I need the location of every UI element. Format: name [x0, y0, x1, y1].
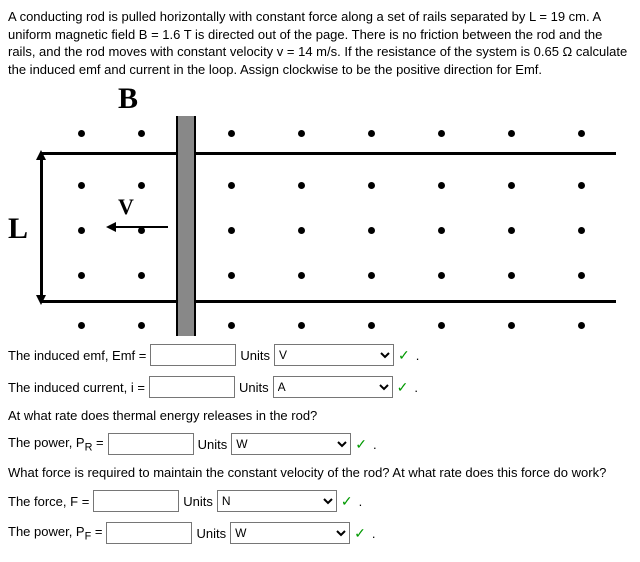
- field-dot: [138, 182, 145, 189]
- emf-row: The induced emf, Emf = Units V ✓.: [8, 344, 632, 366]
- rod: [176, 116, 196, 336]
- problem-statement: A conducting rod is pulled horizontally …: [8, 8, 632, 78]
- field-dot: [508, 272, 515, 279]
- check-icon: ✓: [354, 525, 366, 542]
- field-dot: [578, 227, 585, 234]
- force-question: What force is required to maintain the c…: [8, 465, 632, 480]
- emf-label: The induced emf, Emf =: [8, 348, 146, 363]
- period: .: [372, 526, 376, 541]
- field-dot: [578, 322, 585, 329]
- field-dot: [228, 182, 235, 189]
- l-label: L: [8, 212, 28, 246]
- field-dot: [368, 130, 375, 137]
- units-label: Units: [240, 348, 270, 363]
- check-icon: ✓: [398, 347, 410, 364]
- current-input[interactable]: [149, 376, 235, 398]
- field-dot: [228, 322, 235, 329]
- pr-label: The power, PR =: [8, 435, 104, 454]
- check-icon: ✓: [397, 379, 409, 396]
- thermal-question: At what rate does thermal energy release…: [8, 408, 632, 423]
- field-dot: [298, 322, 305, 329]
- field-dot: [78, 182, 85, 189]
- period: .: [414, 380, 418, 395]
- field-dot: [438, 130, 445, 137]
- field-dot: [138, 322, 145, 329]
- diagram: B L V: [8, 82, 616, 332]
- field-dot: [138, 227, 145, 234]
- rail-top: [40, 152, 616, 155]
- field-dot: [438, 227, 445, 234]
- force-label: The force, F =: [8, 494, 89, 509]
- force-units-select[interactable]: N: [217, 490, 337, 512]
- emf-input[interactable]: [150, 344, 236, 366]
- b-label: B: [118, 82, 138, 116]
- pr-units-select[interactable]: W: [231, 433, 351, 455]
- pf-input[interactable]: [106, 522, 192, 544]
- check-icon: ✓: [355, 436, 367, 453]
- field-dot: [578, 130, 585, 137]
- period: .: [416, 348, 420, 363]
- field-dot: [78, 227, 85, 234]
- pf-units-select[interactable]: W: [230, 522, 350, 544]
- units-label: Units: [183, 494, 213, 509]
- field-dot: [138, 130, 145, 137]
- units-label: Units: [239, 380, 269, 395]
- field-dot: [438, 322, 445, 329]
- field-dot: [228, 130, 235, 137]
- field-dot: [368, 322, 375, 329]
- field-dot: [508, 322, 515, 329]
- units-label: Units: [196, 526, 226, 541]
- current-units-select[interactable]: A: [273, 376, 393, 398]
- force-row: The force, F = Units N ✓.: [8, 490, 632, 512]
- field-dot: [508, 130, 515, 137]
- units-label: Units: [198, 437, 228, 452]
- field-dot: [578, 182, 585, 189]
- check-icon: ✓: [341, 493, 353, 510]
- field-dot: [298, 227, 305, 234]
- v-label: V: [118, 194, 134, 220]
- pf-row: The power, PF = Units W ✓.: [8, 522, 632, 544]
- field-dot: [78, 272, 85, 279]
- period: .: [373, 437, 377, 452]
- force-input[interactable]: [93, 490, 179, 512]
- field-dot: [508, 182, 515, 189]
- field-dot: [438, 272, 445, 279]
- field-dot: [228, 272, 235, 279]
- current-label: The induced current, i =: [8, 380, 145, 395]
- field-dot: [78, 130, 85, 137]
- field-dot: [298, 130, 305, 137]
- field-dot: [368, 272, 375, 279]
- rail-bottom: [40, 300, 616, 303]
- field-dot: [508, 227, 515, 234]
- pf-label: The power, PF =: [8, 524, 102, 543]
- field-dot: [138, 272, 145, 279]
- field-dot: [228, 227, 235, 234]
- pr-row: The power, PR = Units W ✓.: [8, 433, 632, 455]
- period: .: [359, 494, 363, 509]
- field-dot: [438, 182, 445, 189]
- pr-input[interactable]: [108, 433, 194, 455]
- rail-left: [40, 152, 43, 303]
- field-dot: [78, 322, 85, 329]
- current-row: The induced current, i = Units A ✓.: [8, 376, 632, 398]
- field-dot: [368, 227, 375, 234]
- field-dot: [298, 272, 305, 279]
- field-dot: [368, 182, 375, 189]
- field-dot: [578, 272, 585, 279]
- emf-units-select[interactable]: V: [274, 344, 394, 366]
- field-dot: [298, 182, 305, 189]
